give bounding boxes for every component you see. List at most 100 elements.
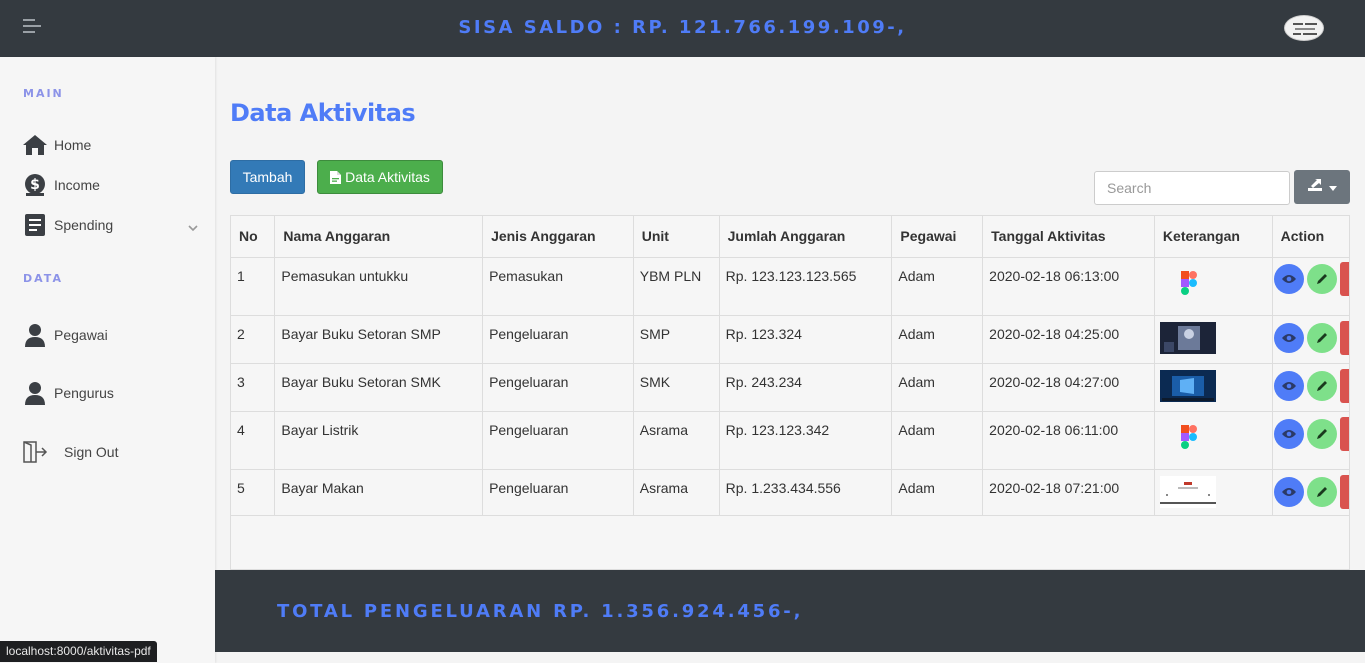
cell-tanggal: 2020-02-18 04:25:00 [982,315,1155,364]
sidebar-item-label: Pegawai [54,327,108,343]
edit-button[interactable] [1306,263,1337,294]
delete-button[interactable] [1339,474,1349,509]
cell-keterangan [1154,469,1273,516]
cell-unit: YBM PLN [633,257,720,316]
export-dropdown-button[interactable] [1294,170,1350,204]
col-keterangan[interactable]: Keterangan [1154,216,1273,258]
col-jenis-anggaran[interactable]: Jenis Anggaran [482,216,634,258]
sidebar-item-income[interactable]: $ Income [22,172,100,198]
edit-button[interactable] [1306,476,1337,507]
sidebar: MAIN Home $ Income Spending DATA Pegawai… [0,57,215,663]
col-unit[interactable]: Unit [633,216,720,258]
cell-nama: Pemasukan untukku [274,257,484,316]
eye-icon [1281,429,1296,438]
col-pegawai[interactable]: Pegawai [891,216,984,258]
cell-jenis: Pengeluaran [482,363,634,412]
cell-no: 2 [231,315,276,364]
cell-jumlah: Rp. 123.123.123.565 [719,257,893,316]
export-pdf-button[interactable]: Data Aktivitas [317,160,443,194]
cell-tanggal: 2020-02-18 04:27:00 [982,363,1155,412]
cell-keterangan [1154,257,1273,316]
windows-wallpaper-thumbnail[interactable] [1159,369,1216,402]
delete-button[interactable] [1339,320,1349,355]
cell-no: 5 [231,469,276,516]
sidebar-item-pengurus[interactable]: Pengurus [22,380,114,406]
view-button[interactable] [1273,418,1304,449]
cell-action [1272,411,1349,470]
pencil-icon [1316,273,1327,284]
cell-jumlah: Rp. 123.123.342 [719,411,893,470]
delete-button[interactable] [1339,368,1349,403]
sidebar-item-label: Pengurus [54,385,114,401]
home-icon [22,133,48,157]
chevron-down-icon[interactable] [188,221,198,235]
photo-thumbnail[interactable] [1159,321,1216,354]
col-action: Action [1272,216,1349,258]
cell-action [1272,469,1349,516]
eye-icon [1281,274,1296,283]
cell-unit: SMK [633,363,720,412]
search-input[interactable] [1094,171,1290,205]
export-pdf-label: Data Aktivitas [345,169,430,185]
sidebar-item-label: Home [54,137,92,153]
sidebar-item-spending[interactable]: Spending [22,212,113,238]
cell-action [1272,363,1349,412]
avatar[interactable] [1284,15,1324,41]
cell-jenis: Pengeluaran [482,469,634,516]
figma-logo-thumbnail[interactable] [1161,422,1217,458]
cell-jenis: Pengeluaran [482,315,634,364]
add-button[interactable]: Tambah [230,160,305,194]
edit-button[interactable] [1306,322,1337,353]
cell-jumlah: Rp. 123.324 [719,315,893,364]
total-pengeluaran-text: TOTAL PENGELUARAN RP. 1.356.924.456-, [277,601,804,622]
edit-button[interactable] [1306,370,1337,401]
cell-tanggal: 2020-02-18 06:13:00 [982,257,1155,316]
delete-button[interactable] [1339,416,1349,451]
col-tanggal-aktivitas[interactable]: Tanggal Aktivitas [982,216,1155,258]
view-button[interactable] [1273,370,1304,401]
col-no[interactable]: No [231,216,276,258]
col-nama-anggaran[interactable]: Nama Anggaran [274,216,484,258]
view-button[interactable] [1273,263,1304,294]
document-thumbnail[interactable] [1159,475,1216,508]
view-button[interactable] [1273,322,1304,353]
cell-no: 4 [231,411,276,470]
table-row: 2 Bayar Buku Setoran SMP Pengeluaran SMP… [231,315,1349,364]
page-title: Data Aktivitas [230,99,416,127]
edit-button[interactable] [1306,418,1337,449]
pencil-icon [1316,332,1327,343]
cell-tanggal: 2020-02-18 06:11:00 [982,411,1155,470]
table-row: 3 Bayar Buku Setoran SMK Pengeluaran SMK… [231,363,1349,412]
view-button[interactable] [1273,476,1304,507]
figma-logo-thumbnail[interactable] [1161,268,1217,304]
sidebar-item-label: Sign Out [64,444,119,460]
cell-jenis: Pemasukan [482,257,634,316]
footer-total-bar: TOTAL PENGELUARAN RP. 1.356.924.456-, [215,570,1365,652]
cell-pegawai: Adam [891,315,984,364]
cell-no: 3 [231,363,276,412]
sidebar-item-home[interactable]: Home [22,132,91,158]
dollar-icon: $ [22,173,48,197]
cell-unit: Asrama [633,469,720,516]
activity-table: No Nama Anggaran Jenis Anggaran Unit Jum… [230,215,1350,570]
cell-nama: Bayar Buku Setoran SMP [274,315,484,364]
eye-icon [1281,333,1296,342]
cell-pegawai: Adam [891,411,984,470]
sidebar-item-signout[interactable]: Sign Out [22,439,118,465]
table-row: 1 Pemasukan untukku Pemasukan YBM PLN Rp… [231,257,1349,316]
cell-nama: Bayar Buku Setoran SMK [274,363,484,412]
sidebar-item-pegawai[interactable]: Pegawai [22,322,108,348]
svg-text:$: $ [30,177,40,193]
table-header-row: No Nama Anggaran Jenis Anggaran Unit Jum… [231,216,1349,258]
top-navbar: SISA SALDO : RP. 121.766.199.109-, [0,0,1365,57]
cell-jumlah: Rp. 243.234 [719,363,893,412]
delete-button[interactable] [1339,261,1349,296]
status-bar-url: localhost:8000/aktivitas-pdf [0,641,157,662]
eye-icon [1281,381,1296,390]
cell-action [1272,257,1349,316]
section-main-label: MAIN [23,87,64,100]
pencil-icon [1316,486,1327,497]
table-row: 4 Bayar Listrik Pengeluaran Asrama Rp. 1… [231,411,1349,470]
col-jumlah-anggaran[interactable]: Jumlah Anggaran [719,216,893,258]
cell-keterangan [1154,411,1273,470]
